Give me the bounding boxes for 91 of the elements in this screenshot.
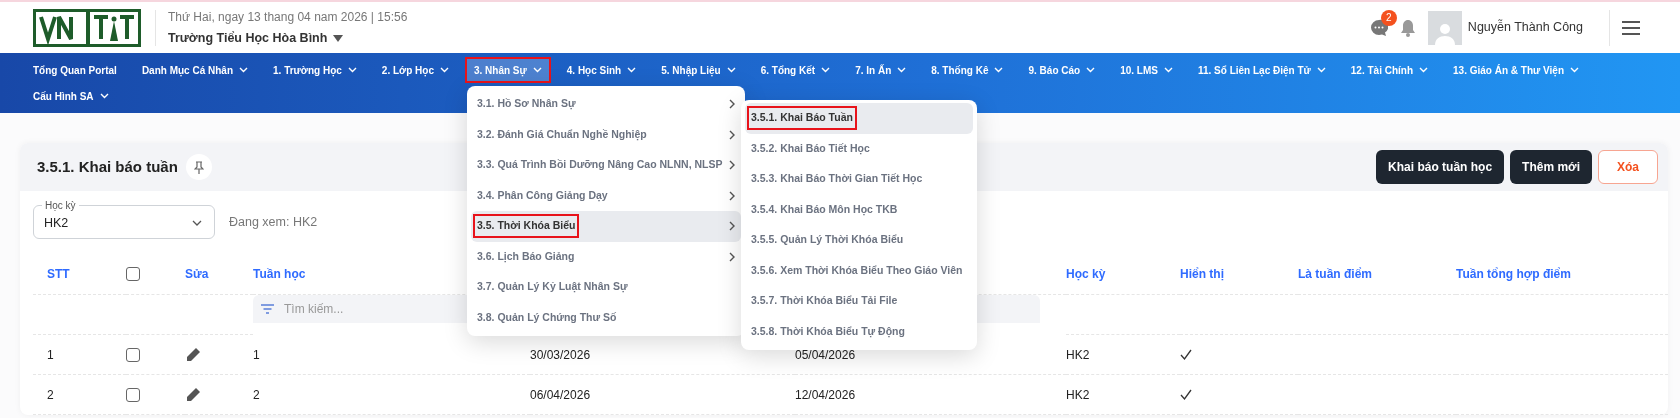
menu-item[interactable]: 3.7. Quản Lý Kỷ Luật Nhân Sự	[471, 272, 741, 303]
nav-item[interactable]: Cấu Hình SA	[24, 83, 118, 109]
chevron-right-icon	[729, 251, 735, 262]
nav-item[interactable]: 9. Báo Cáo	[1019, 57, 1105, 83]
chevron-down-icon	[439, 67, 449, 73]
menu-item[interactable]: 3.5. Thời Khóa Biểu	[471, 211, 741, 242]
chevron-down-icon	[627, 67, 637, 73]
menu-item[interactable]: 3.1. Hồ Sơ Nhân Sự	[471, 89, 741, 120]
nav-item[interactable]: 11. Sổ Liên Lạc Điện Tử	[1188, 57, 1335, 83]
chevron-right-icon	[729, 129, 735, 140]
nav-item[interactable]: 1. Trường Học	[264, 57, 366, 83]
column-header[interactable]: Tuần học	[253, 264, 306, 283]
menu-item[interactable]: 3.5.2. Khai Báo Tiết Học	[745, 133, 973, 164]
date-time: Thứ Hai, ngay 13 thang 04 nam 2026 | 15:56	[168, 8, 408, 26]
chevron-down-icon	[239, 67, 248, 73]
row-number: 1	[47, 346, 54, 364]
column-header[interactable]: Tuần tổng hợp điểm	[1456, 264, 1571, 283]
menu-item[interactable]: 3.4. Phân Công Giảng Dạy	[471, 180, 741, 211]
pencil-icon[interactable]	[185, 346, 201, 363]
table-cell-text: HK2	[1066, 386, 1090, 404]
table-cell-text: 06/04/2026	[530, 386, 591, 404]
chevron-down-icon	[347, 67, 357, 73]
chevron-down-icon	[1570, 67, 1579, 73]
user-name[interactable]: Nguyễn Thành Công	[1467, 18, 1583, 37]
menu-item[interactable]: 3.5.3. Khai Báo Thời Gian Tiết Học	[745, 164, 973, 195]
chevron-down-icon	[1163, 67, 1173, 73]
menu-item[interactable]: 3.5.1. Khai Báo Tuần	[745, 103, 973, 134]
nav-item[interactable]: 13. Giáo Án & Thư Viện	[1444, 57, 1588, 83]
chevron-down-icon	[1419, 67, 1429, 73]
nav-item[interactable]: 8. Thống Kê	[922, 57, 1013, 83]
column-header[interactable]: Học kỳ	[1066, 264, 1106, 283]
action-button[interactable]: Khai báo tuần học	[1376, 150, 1505, 184]
chevron-down-icon	[1316, 67, 1326, 73]
menu-item[interactable]: 3.3. Quá Trình Bồi Dưỡng Nâng Cao NLNN, NLSP	[471, 150, 741, 181]
menu-item[interactable]: 3.2. Đánh Giá Chuẩn Nghề Nghiệp	[471, 119, 741, 150]
chevron-down-icon	[994, 67, 1004, 73]
delete-button[interactable]: Xóa	[1598, 150, 1658, 184]
row-number: 2	[47, 386, 54, 404]
table-cell-text: HK2	[1066, 346, 1090, 364]
table-cell-text: 12/04/2026	[795, 386, 856, 404]
nav-item[interactable]: 4. Học Sinh	[557, 57, 646, 83]
chevron-down-icon	[897, 67, 907, 73]
row-checkbox[interactable]	[126, 347, 140, 362]
menu-item[interactable]: 3.5.4. Khai Báo Môn Học TKB	[745, 194, 973, 225]
select-all-checkbox[interactable]	[126, 266, 140, 281]
nav-item[interactable]: 3. Nhân Sự	[464, 57, 551, 83]
menu-item[interactable]: 3.5.7. Thời Khóa Biểu Tải File	[745, 286, 973, 317]
chevron-down-icon	[1086, 67, 1096, 73]
chevron-right-icon	[729, 160, 735, 171]
message-count: 2	[1380, 9, 1397, 26]
nav-item[interactable]: 7. In Ấn	[846, 57, 916, 83]
chevron-right-icon	[729, 221, 735, 232]
nav-item[interactable]: 10. LMS	[1111, 57, 1182, 83]
chevron-right-icon	[729, 99, 735, 110]
viewing-label: Đang xem: HK2	[229, 213, 318, 231]
nav-item[interactable]: Danh Mục Cá Nhân	[132, 57, 257, 83]
filter-icon	[261, 304, 274, 314]
caret-icon[interactable]	[333, 34, 344, 42]
table-cell-text: 2	[253, 386, 260, 404]
table-cell-text: 30/03/2026	[530, 346, 591, 364]
column-header[interactable]: STT	[47, 264, 70, 283]
column-header[interactable]: Hiển thị	[1180, 264, 1224, 283]
chevron-down-icon	[532, 67, 542, 73]
nav-item[interactable]: 12. Tài Chính	[1341, 57, 1438, 83]
menu-item[interactable]: 3.5.5. Quản Lý Thời Khóa Biểu	[745, 225, 973, 256]
column-header[interactable]: Sửa	[185, 264, 209, 283]
chevron-down-icon	[821, 67, 831, 73]
table-cell-text: 1	[253, 346, 260, 364]
row-checkbox[interactable]	[126, 387, 140, 402]
chevron-down-icon	[99, 93, 109, 99]
chevron-down-icon	[192, 220, 202, 226]
pin-button[interactable]	[185, 154, 212, 180]
table-cell-text: 05/04/2026	[795, 346, 856, 364]
bell-icon[interactable]	[1399, 18, 1416, 37]
pin-icon	[193, 160, 204, 174]
chevron-down-icon	[726, 67, 736, 73]
action-button[interactable]: Thêm mới	[1510, 150, 1592, 184]
menu-icon[interactable]	[1622, 20, 1640, 35]
nav-item[interactable]: Tổng Quan Portal	[24, 57, 126, 83]
school-name: Trường Tiểu Học Hòa Bình	[168, 29, 328, 47]
nav-item[interactable]: 5. Nhập Liệu	[652, 57, 745, 83]
nav-item[interactable]: 6. Tổng Kết	[751, 57, 840, 83]
menu-item[interactable]: 3.8. Quản Lý Chứng Thư Số	[471, 302, 741, 333]
menu-item[interactable]: 3.6. Lịch Báo Giảng	[471, 241, 741, 272]
column-header[interactable]: Là tuần điểm	[1298, 264, 1372, 283]
pencil-icon[interactable]	[185, 386, 201, 403]
nav-item[interactable]: 2. Lớp Học	[372, 57, 458, 83]
menu-item[interactable]: 3.5.6. Xem Thời Khóa Biểu Theo Giáo Viên	[745, 255, 973, 286]
chevron-right-icon	[729, 190, 735, 201]
menu-item[interactable]: 3.5.8. Thời Khóa Biểu Tự Động	[745, 316, 973, 347]
page-title: 3.5.1. Khai báo tuần	[37, 156, 178, 177]
